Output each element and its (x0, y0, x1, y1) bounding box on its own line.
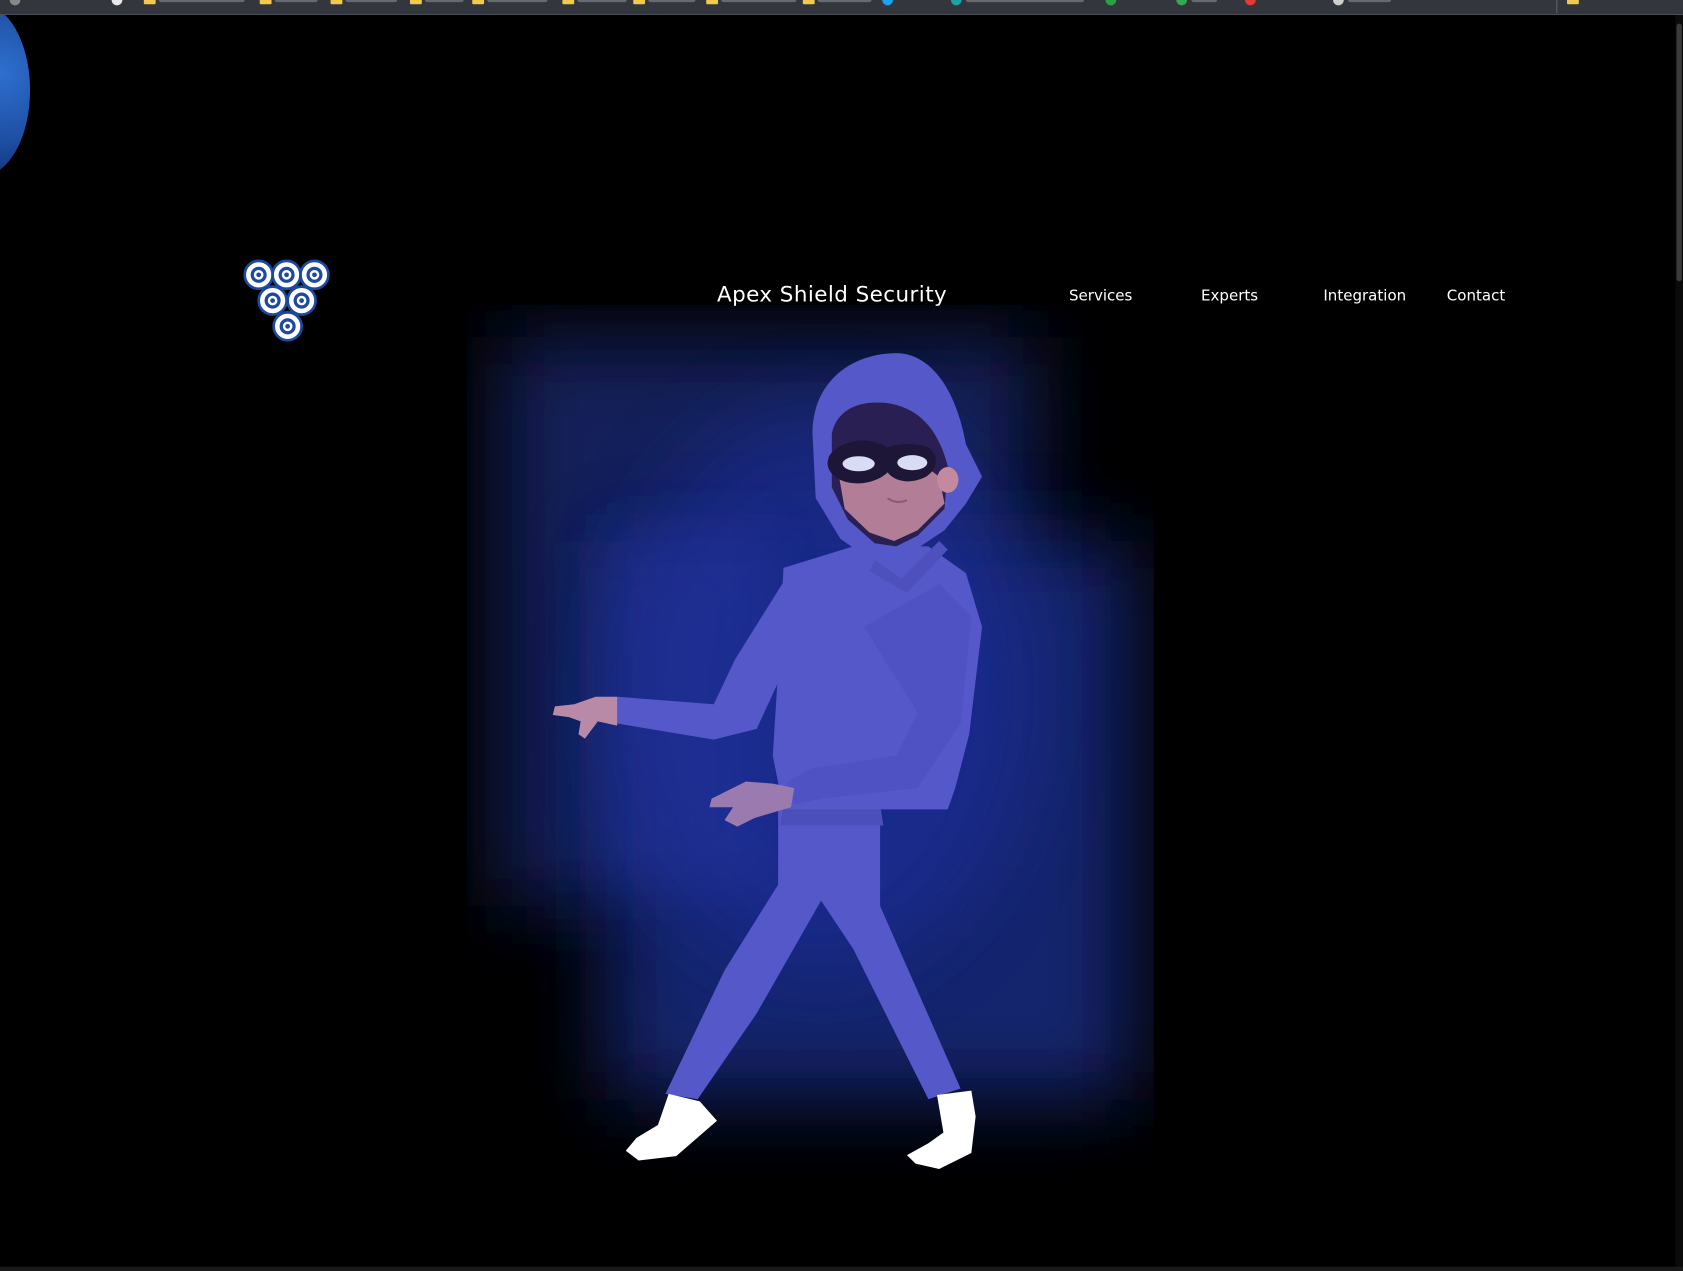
other-bookmarks-folder-icon[interactable] (1567, 0, 1579, 5)
bookmark-label[interactable] (577, 0, 627, 3)
bookmark-site-icon[interactable] (1105, 0, 1117, 6)
bookmark-label[interactable] (158, 0, 245, 3)
bookmark-folder-icon[interactable] (472, 0, 485, 5)
apps-icon[interactable] (9, 0, 21, 6)
bookmark-site-icon[interactable] (882, 0, 893, 6)
nav-item-experts[interactable]: Experts (1201, 288, 1258, 305)
bookmark-folder-icon[interactable] (633, 0, 646, 5)
bookmark-label[interactable] (345, 0, 398, 3)
hooded-intruder-illustration (499, 337, 1133, 1170)
browser-window: Apex Shield Security Services Experts In… (0, 0, 1683, 1271)
bookmark-site-icon[interactable] (1176, 0, 1188, 6)
scrollbar-thumb[interactable] (1676, 23, 1682, 282)
bookmark-folder-icon[interactable] (143, 0, 156, 5)
bookmark-folder-icon[interactable] (410, 0, 422, 5)
bookmark-icon[interactable] (111, 0, 123, 6)
bookmark-label[interactable] (817, 0, 872, 3)
window-bottom-edge (0, 1266, 1683, 1271)
bookmark-label[interactable] (721, 0, 797, 3)
bookmarks-bar (0, 0, 1683, 16)
page-scrollbar[interactable] (1675, 15, 1683, 1267)
bookmark-label[interactable] (425, 0, 464, 3)
bookmark-label[interactable] (648, 0, 696, 3)
bookmark-site-icon[interactable] (950, 0, 962, 6)
bookmark-folder-icon[interactable] (330, 0, 343, 5)
nav-item-integration[interactable]: Integration (1323, 288, 1406, 305)
bookmark-folder-icon[interactable] (706, 0, 719, 5)
bookmark-folder-icon[interactable] (562, 0, 575, 5)
bookmark-label[interactable] (274, 0, 318, 3)
bookmark-label[interactable] (487, 0, 548, 3)
bookmark-folder-icon[interactable] (259, 0, 272, 5)
bookmark-site-icon[interactable] (1245, 0, 1256, 6)
nav-item-contact[interactable]: Contact (1447, 288, 1505, 305)
bookmark-label[interactable] (1191, 0, 1218, 3)
bookmark-folder-icon[interactable] (802, 0, 815, 5)
page-viewport: Apex Shield Security Services Experts In… (0, 15, 1676, 1267)
hero-illustration (467, 305, 1154, 1207)
planet-decoration (0, 15, 31, 177)
bookmark-separator (1556, 0, 1558, 13)
bookmark-label[interactable] (1348, 0, 1391, 3)
nav-item-services[interactable]: Services (1069, 288, 1132, 305)
bookmark-site-icon[interactable] (1333, 0, 1344, 6)
bookmark-label[interactable] (965, 0, 1085, 3)
